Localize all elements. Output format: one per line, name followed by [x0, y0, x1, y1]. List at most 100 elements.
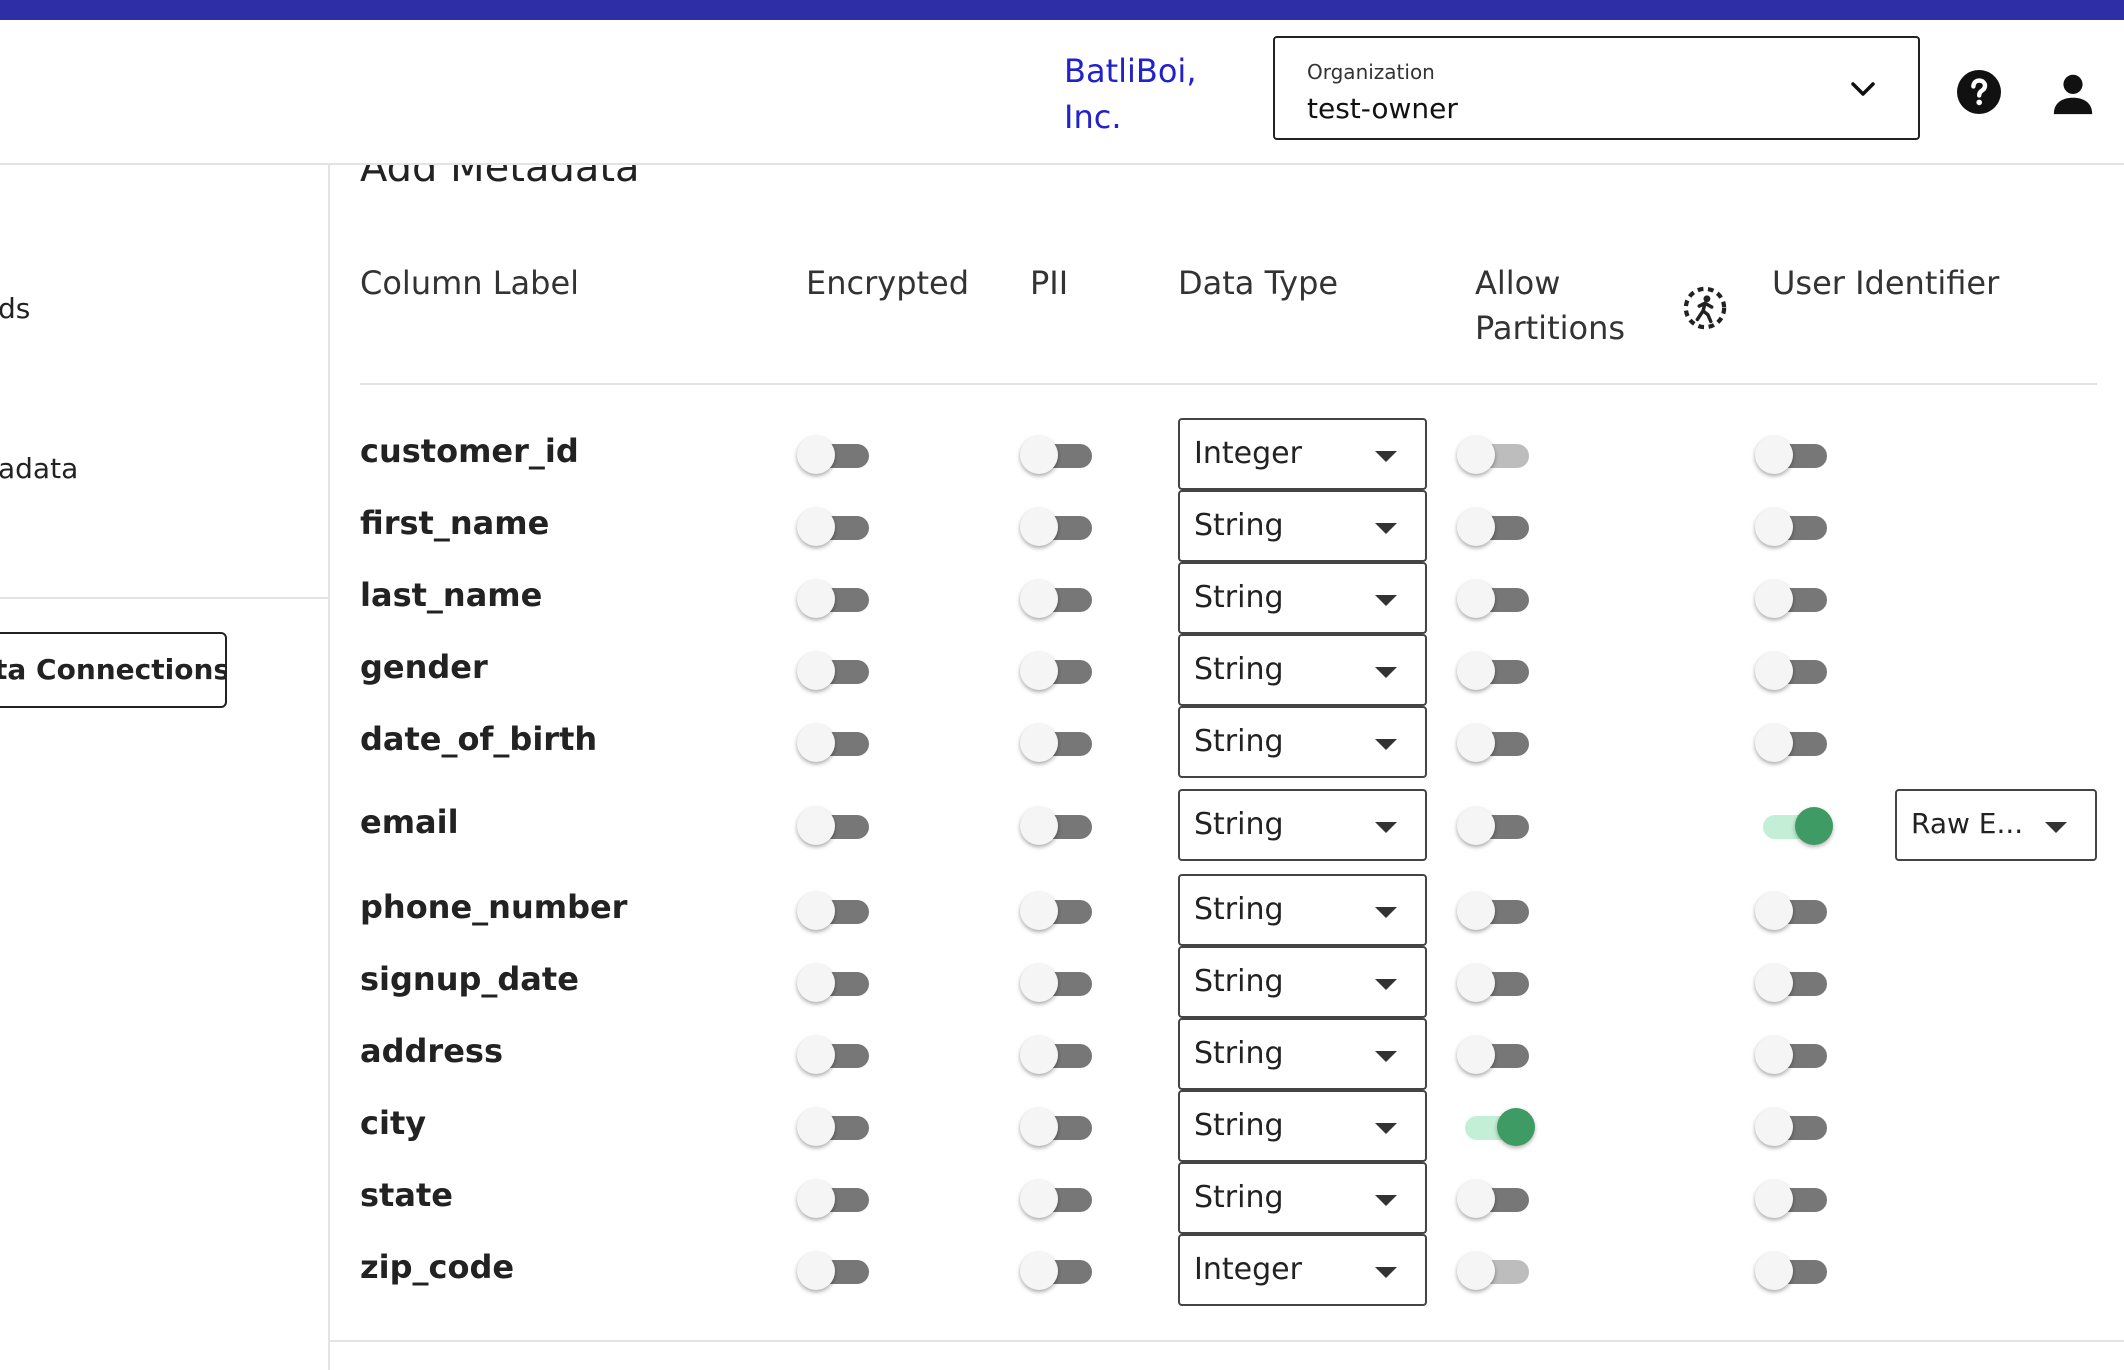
data-type-value: String [1194, 580, 1284, 615]
data-type-value: String [1194, 1036, 1284, 1071]
data-type-value: String [1194, 1180, 1284, 1215]
allow-partitions-toggle[interactable] [1455, 806, 1535, 846]
partition-icon[interactable] [1682, 285, 1728, 331]
pii-toggle[interactable] [1018, 579, 1098, 619]
pii-toggle[interactable] [1018, 435, 1098, 475]
column-name: last_name [360, 576, 543, 614]
data-type-select[interactable]: String [1178, 490, 1427, 562]
bottom-divider [330, 1340, 2124, 1342]
data-connections-button[interactable]: ta Connections [0, 632, 227, 708]
column-name: customer_id [360, 432, 579, 470]
allow-partitions-header: Allow Partitions [1475, 261, 1625, 351]
user-identifier-toggle[interactable] [1753, 891, 1833, 931]
sidebar-item-metadata[interactable]: adata [0, 452, 78, 485]
user-identifier-toggle[interactable] [1753, 1035, 1833, 1075]
pii-toggle[interactable] [1018, 806, 1098, 846]
data-type-select[interactable]: String [1178, 874, 1427, 946]
user-identifier-toggle-knob [1755, 1036, 1793, 1074]
user-identifier-toggle[interactable] [1753, 507, 1833, 547]
caret-down-icon [2045, 822, 2067, 833]
allow-partitions-toggle[interactable] [1455, 891, 1535, 931]
user-identifier-toggle[interactable] [1753, 1107, 1833, 1147]
encrypted-toggle[interactable] [795, 723, 875, 763]
table-row: customer_id Integer [330, 418, 2124, 490]
top-accent-bar [0, 0, 2124, 20]
organization-select[interactable]: Organization test-owner [1273, 36, 1920, 140]
encrypted-toggle[interactable] [795, 507, 875, 547]
column-label-header: Column Label [360, 264, 580, 302]
caret-down-icon [1375, 907, 1397, 918]
encrypted-toggle[interactable] [795, 579, 875, 619]
data-type-value: String [1194, 892, 1284, 927]
identifier-type-select[interactable]: Raw E... [1895, 789, 2097, 861]
user-identifier-toggle[interactable] [1753, 723, 1833, 763]
allow-partitions-toggle[interactable] [1455, 507, 1535, 547]
user-identifier-toggle[interactable] [1753, 435, 1833, 475]
pii-toggle[interactable] [1018, 963, 1098, 1003]
allow-partitions-toggle-knob [1457, 508, 1495, 546]
user-identifier-toggle[interactable] [1753, 1251, 1833, 1291]
column-name: first_name [360, 504, 550, 542]
data-type-value: String [1194, 807, 1284, 842]
encrypted-toggle[interactable] [795, 1251, 875, 1291]
data-type-select[interactable]: String [1178, 1090, 1427, 1162]
pii-toggle[interactable] [1018, 1251, 1098, 1291]
allow-partitions-toggle[interactable] [1455, 1251, 1535, 1291]
data-type-select[interactable]: String [1178, 706, 1427, 778]
user-icon[interactable] [2050, 70, 2096, 116]
pii-toggle-knob [1020, 1108, 1058, 1146]
encrypted-toggle[interactable] [795, 435, 875, 475]
pii-toggle-knob [1020, 1252, 1058, 1290]
brand-name[interactable]: BatliBoi, Inc. [1064, 48, 1214, 140]
encrypted-toggle[interactable] [795, 1035, 875, 1075]
help-icon[interactable] [1955, 68, 2003, 116]
data-type-select[interactable]: Integer [1178, 1234, 1427, 1306]
encrypted-toggle-knob [797, 508, 835, 546]
user-identifier-toggle[interactable] [1753, 1179, 1833, 1219]
encrypted-toggle[interactable] [795, 891, 875, 931]
data-type-select[interactable]: String [1178, 562, 1427, 634]
allow-partitions-toggle[interactable] [1455, 435, 1535, 475]
allow-partitions-toggle[interactable] [1455, 1179, 1535, 1219]
user-identifier-toggle[interactable] [1753, 963, 1833, 1003]
allow-partitions-toggle[interactable] [1455, 1035, 1535, 1075]
sidebar-item-fields[interactable]: ds [0, 292, 30, 325]
encrypted-toggle[interactable] [795, 1107, 875, 1147]
data-type-select[interactable]: String [1178, 1162, 1427, 1234]
allow-partitions-toggle[interactable] [1455, 1107, 1535, 1147]
encrypted-toggle[interactable] [795, 806, 875, 846]
encrypted-toggle[interactable] [795, 1179, 875, 1219]
table-row: gender String [330, 634, 2124, 706]
allow-partitions-toggle[interactable] [1455, 723, 1535, 763]
pii-toggle[interactable] [1018, 1179, 1098, 1219]
pii-toggle-knob [1020, 892, 1058, 930]
encrypted-toggle-knob [797, 892, 835, 930]
data-type-select[interactable]: String [1178, 1018, 1427, 1090]
sidebar-divider [0, 597, 328, 599]
allow-partitions-toggle[interactable] [1455, 651, 1535, 691]
pii-toggle[interactable] [1018, 891, 1098, 931]
allow-partitions-header-line1: Allow [1475, 264, 1561, 302]
allow-partitions-toggle-knob [1457, 892, 1495, 930]
pii-toggle[interactable] [1018, 651, 1098, 691]
allow-partitions-toggle[interactable] [1455, 579, 1535, 619]
pii-toggle[interactable] [1018, 723, 1098, 763]
pii-toggle-knob [1020, 652, 1058, 690]
pii-toggle[interactable] [1018, 507, 1098, 547]
data-type-select[interactable]: String [1178, 946, 1427, 1018]
pii-toggle[interactable] [1018, 1107, 1098, 1147]
caret-down-icon [1375, 822, 1397, 833]
encrypted-toggle[interactable] [795, 963, 875, 1003]
user-identifier-toggle-knob [1755, 964, 1793, 1002]
pii-toggle[interactable] [1018, 1035, 1098, 1075]
user-identifier-toggle[interactable] [1753, 651, 1833, 691]
data-type-select[interactable]: String [1178, 634, 1427, 706]
caret-down-icon [1375, 1267, 1397, 1278]
user-identifier-toggle[interactable] [1753, 806, 1833, 846]
encrypted-toggle[interactable] [795, 651, 875, 691]
encrypted-toggle-knob [797, 652, 835, 690]
user-identifier-toggle[interactable] [1753, 579, 1833, 619]
allow-partitions-toggle[interactable] [1455, 963, 1535, 1003]
data-type-select[interactable]: Integer [1178, 418, 1427, 490]
data-type-select[interactable]: String [1178, 789, 1427, 861]
